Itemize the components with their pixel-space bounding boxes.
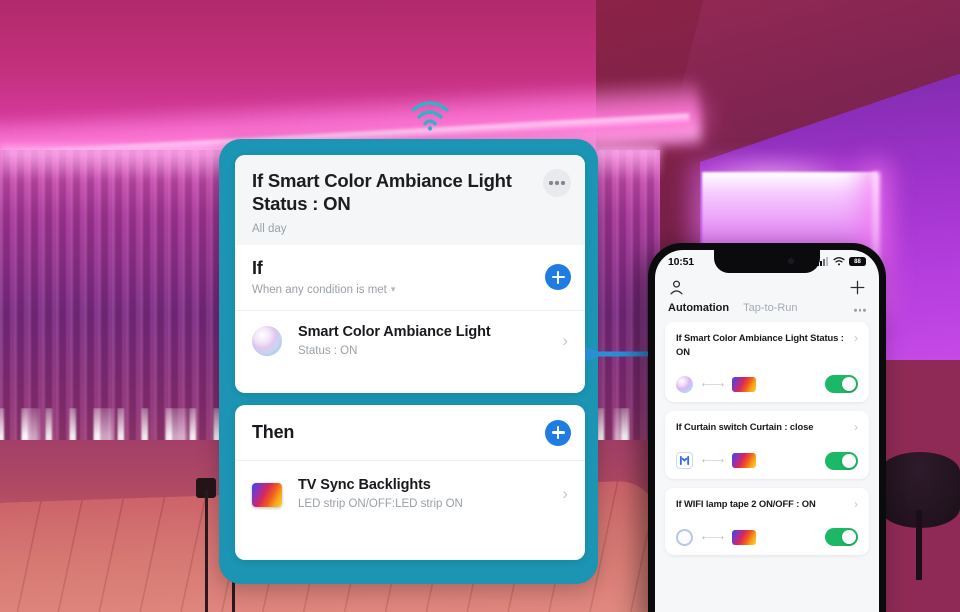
arrow-right-icon: ⟵⟶ xyxy=(702,532,724,542)
tv-backlight-icon xyxy=(252,483,282,507)
automation-title-row: If WIFI lamp tape 2 ON/OFF : ON › xyxy=(676,497,858,511)
battery-level: 88 xyxy=(854,258,861,265)
automation-toggle[interactable] xyxy=(825,451,858,470)
tv-backlight-icon xyxy=(731,453,756,469)
page-title: If Smart Color Ambiance Light Status : O… xyxy=(252,170,512,215)
add-action-button[interactable] xyxy=(545,419,571,446)
automation-toggle[interactable] xyxy=(825,528,858,547)
smart-bulb-icon xyxy=(676,375,693,393)
automation-title: If Smart Color Ambiance Light Status : O… xyxy=(676,332,844,357)
side-table-leg xyxy=(916,510,922,580)
status-time: 10:51 xyxy=(668,255,694,268)
phone-screen: 10:51 88 Automation Tap-to-Run If Smart … xyxy=(655,250,879,612)
wifi-icon xyxy=(833,257,845,266)
screenshot-root: If Smart Color Ambiance Light Status : O… xyxy=(0,0,960,612)
condition-mode-selector[interactable]: When any condition is met ▾ xyxy=(252,284,568,296)
status-bar: 10:51 88 xyxy=(655,250,879,273)
chevron-right-icon[interactable]: › xyxy=(854,331,858,345)
phone-top-bar xyxy=(655,273,879,298)
dot xyxy=(555,181,559,185)
list-item[interactable]: If Curtain switch Curtain : close › ⟵⟶ xyxy=(665,411,869,479)
chevron-right-icon[interactable]: › xyxy=(562,332,568,349)
lamp-ring-icon xyxy=(676,528,693,546)
more-options-icon[interactable] xyxy=(854,308,866,312)
then-automation-card[interactable]: Then TV Sync Backlights LED strip ON/OFF… xyxy=(235,405,585,560)
if-section-title: If xyxy=(252,257,263,278)
if-automation-card[interactable]: If Smart Color Ambiance Light Status : O… xyxy=(235,155,585,393)
toggle-knob xyxy=(842,530,856,545)
dot xyxy=(858,308,862,312)
tv-backlight-icon xyxy=(731,529,756,545)
then-section-title: Then xyxy=(252,422,295,442)
if-section-header: If When any condition is met ▾ xyxy=(235,245,585,311)
tv-backlight-icon xyxy=(731,376,756,392)
automation-title-row: If Smart Color Ambiance Light Status : O… xyxy=(676,331,858,358)
smart-bulb-icon xyxy=(252,325,282,356)
chevron-right-icon[interactable]: › xyxy=(854,420,858,434)
dot xyxy=(863,308,866,312)
dot xyxy=(549,181,553,185)
then-section-header: Then xyxy=(235,405,585,461)
dot xyxy=(561,181,565,185)
phone-tabs: Automation Tap-to-Run xyxy=(655,298,879,322)
automation-icons-row: ⟵⟶ xyxy=(676,528,858,547)
device-name: Smart Color Ambiance Light xyxy=(298,324,491,341)
device-text: TV Sync Backlights LED strip ON/OFF:LED … xyxy=(298,477,554,510)
automation-icons-row: ⟵⟶ xyxy=(676,375,858,394)
plus-icon[interactable] xyxy=(849,279,866,296)
list-item[interactable]: Smart Color Ambiance Light Status : ON › xyxy=(235,311,585,373)
chevron-right-icon[interactable]: › xyxy=(854,497,858,511)
list-item[interactable]: If Smart Color Ambiance Light Status : O… xyxy=(665,322,869,403)
card-subtitle: All day xyxy=(252,222,287,235)
device-text: Smart Color Ambiance Light Status : ON xyxy=(298,324,554,357)
condition-mode-label: When any condition is met xyxy=(252,283,387,296)
automation-title: If WIFI lamp tape 2 ON/OFF : ON xyxy=(676,497,816,509)
card-header: If Smart Color Ambiance Light Status : O… xyxy=(235,155,585,245)
tab-tap-to-run[interactable]: Tap-to-Run xyxy=(743,302,797,314)
dot xyxy=(854,308,857,312)
toggle-knob xyxy=(842,377,856,392)
chevron-right-icon[interactable]: › xyxy=(562,485,568,502)
more-options-icon[interactable] xyxy=(543,169,571,197)
floor-lamp-stand xyxy=(205,490,208,612)
chevron-down-icon: ▾ xyxy=(390,284,396,295)
status-indicators: 88 xyxy=(817,257,866,266)
add-condition-button[interactable] xyxy=(545,264,571,291)
device-name: TV Sync Backlights xyxy=(298,477,431,493)
arrow-right-icon: ⟵⟶ xyxy=(702,456,724,466)
toggle-knob xyxy=(842,453,856,468)
battery-icon: 88 xyxy=(849,257,866,266)
curtain-switch-icon xyxy=(676,452,693,470)
automation-title: If Curtain switch Curtain : close xyxy=(676,421,814,433)
phone-mockup: 10:51 88 Automation Tap-to-Run If Smart … xyxy=(648,243,886,612)
device-status: Status : ON xyxy=(298,345,358,358)
wifi-icon xyxy=(410,100,450,132)
cellular-signal-icon xyxy=(817,257,828,266)
automation-title-row: If Curtain switch Curtain : close › xyxy=(676,420,858,434)
list-item[interactable]: TV Sync Backlights LED strip ON/OFF:LED … xyxy=(235,461,585,525)
list-item[interactable]: If WIFI lamp tape 2 ON/OFF : ON › ⟵⟶ xyxy=(665,487,869,556)
device-action: LED strip ON/OFF:LED strip ON xyxy=(298,498,463,510)
profile-icon[interactable] xyxy=(668,279,685,296)
plus-icon-v xyxy=(556,270,560,284)
tab-automation[interactable]: Automation xyxy=(668,302,729,314)
automation-toggle[interactable] xyxy=(825,375,858,394)
arrow-right-icon: ⟵⟶ xyxy=(702,379,724,389)
plus-icon-v xyxy=(556,426,560,439)
automation-icons-row: ⟵⟶ xyxy=(676,451,858,470)
